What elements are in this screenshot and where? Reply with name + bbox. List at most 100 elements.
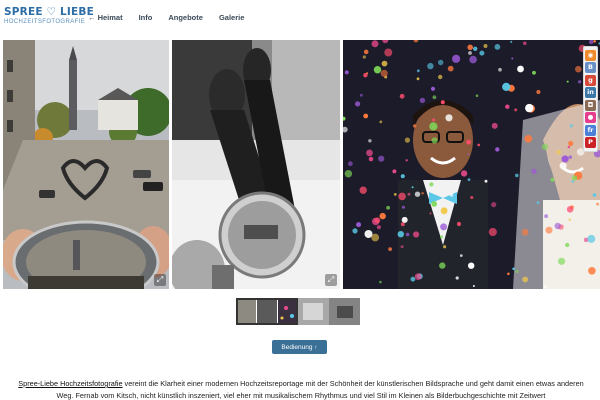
- confetti-dot: [525, 103, 534, 113]
- confetti-dot: [362, 55, 366, 59]
- linkedin-icon[interactable]: in: [585, 87, 596, 98]
- gallery-photo-couple-confetti[interactable]: [343, 40, 600, 289]
- confetti-dot: [400, 245, 404, 249]
- confetti-dot: [432, 95, 437, 100]
- confetti-dot: [467, 153, 470, 156]
- confetti-dot: [398, 192, 406, 201]
- confetti-dot: [467, 178, 471, 182]
- confetti-dot: [593, 40, 596, 43]
- confetti-dot: [575, 65, 582, 73]
- confetti-dot: [567, 145, 571, 149]
- confetti-dot: [452, 54, 461, 63]
- social-links: ◉ Bg in ◘ ● fr P: [583, 46, 598, 152]
- confetti-dot: [466, 139, 472, 145]
- flickr-icon[interactable]: ●: [585, 112, 596, 123]
- confetti-dot: [578, 80, 582, 84]
- confetti-dot: [477, 143, 481, 147]
- confetti-dot: [449, 193, 454, 197]
- expand-icon[interactable]: ⤢: [154, 274, 166, 286]
- gallery-photo-castle-mirror[interactable]: ⤢: [3, 40, 169, 289]
- google-plus-icon[interactable]: g: [585, 74, 596, 86]
- confetti-dot: [440, 223, 448, 231]
- confetti-dot: [473, 46, 478, 51]
- confetti-dot: [352, 228, 358, 234]
- confetti-dot: [558, 257, 566, 265]
- confetti-dot: [568, 218, 571, 221]
- confetti-dot: [405, 232, 410, 237]
- confetti-dot: [355, 101, 361, 107]
- confetti-dot: [413, 231, 420, 238]
- confetti-dot: [379, 120, 383, 124]
- instagram-icon[interactable]: ◘: [585, 99, 596, 111]
- confetti-dot: [536, 201, 540, 205]
- rss-icon[interactable]: ◉: [585, 49, 596, 61]
- thumbnail-2[interactable]: [298, 298, 329, 325]
- bedienung-button[interactable]: Bedienung ↑: [272, 340, 327, 354]
- confetti-dot: [366, 149, 373, 157]
- confetti-dot: [392, 169, 397, 174]
- confetti-dot: [571, 180, 575, 183]
- confetti-dot: [404, 137, 410, 143]
- confetti-dot: [494, 44, 501, 50]
- confetti-dot: [401, 216, 408, 223]
- blog-icon[interactable]: B: [585, 62, 596, 73]
- confetti-dot: [419, 97, 426, 104]
- nav-item-info[interactable]: Info: [139, 13, 153, 22]
- nav-item-angebote[interactable]: Angebote: [168, 13, 203, 22]
- confetti-dot: [514, 108, 518, 112]
- confetti-dot: [479, 50, 485, 56]
- intro-link[interactable]: Spree-Liebe Hochzeitsfotografie: [18, 379, 122, 388]
- confetti-dot: [368, 156, 374, 162]
- confetti-dot: [368, 139, 372, 143]
- confetti-dot: [510, 40, 513, 43]
- confetti-dot: [468, 51, 472, 55]
- thumbnail-3[interactable]: [329, 298, 360, 325]
- confetti-dot: [366, 72, 369, 75]
- confetti-dot: [440, 207, 448, 215]
- confetti-dot: [483, 44, 488, 48]
- confetti-dot: [495, 147, 500, 152]
- confetti-dot: [522, 276, 529, 283]
- confetti-dot: [484, 179, 488, 183]
- confetti-dot: [429, 122, 438, 131]
- confetti-dot: [440, 235, 443, 239]
- confetti-dot: [468, 262, 475, 269]
- confetti-dot: [429, 212, 432, 215]
- confetti-dot: [512, 267, 515, 271]
- confetti-dot: [363, 113, 369, 119]
- nav-item-heimat[interactable]: ← Heimat: [88, 13, 123, 22]
- confetti-dot: [359, 93, 363, 97]
- confetti-dot: [498, 67, 502, 72]
- expand-icon[interactable]: ⤢: [325, 274, 337, 286]
- confetti-dot: [386, 205, 390, 210]
- confetti-dot: [566, 80, 569, 83]
- site-logo[interactable]: SPREE ♡ LIEBE HOCHZEITSFOTOGRAFIE: [4, 6, 94, 25]
- confetti-dot: [556, 149, 561, 155]
- confetti-dot: [521, 228, 529, 236]
- confetti-dot: [588, 267, 596, 275]
- intro-body: vereint die Klarheit einer modernen Hoch…: [56, 379, 584, 400]
- confetti-dot: [407, 192, 411, 196]
- confetti-dot: [561, 155, 569, 163]
- nav-item-galerie[interactable]: Galerie: [219, 13, 244, 22]
- confetti-dot: [439, 262, 446, 269]
- confetti-dot: [515, 269, 519, 273]
- pinterest-icon[interactable]: P: [585, 137, 596, 148]
- confetti-dot: [447, 65, 454, 72]
- confetti-dot: [443, 245, 447, 249]
- confetti-dot: [431, 137, 438, 144]
- confetti-dot: [378, 155, 385, 162]
- confetti-dot: [359, 186, 367, 194]
- confetti-dot: [568, 155, 572, 159]
- page: SPREE ♡ LIEBE HOCHZEITSFOTOGRAFIE ← Heim…: [0, 0, 600, 400]
- gallery-photo-legs-mirror[interactable]: ⤢: [172, 40, 340, 289]
- confetti-dot: [414, 191, 421, 197]
- confetti-dot: [472, 285, 475, 287]
- confetti-dot: [536, 89, 541, 95]
- confetti-dot: [356, 222, 362, 228]
- confetti-dot: [379, 212, 386, 220]
- confetti-dot: [414, 273, 422, 280]
- confetti-dot: [397, 231, 404, 238]
- friendfeed-icon[interactable]: fr: [585, 124, 596, 136]
- thumbnail-1[interactable]: [236, 298, 298, 325]
